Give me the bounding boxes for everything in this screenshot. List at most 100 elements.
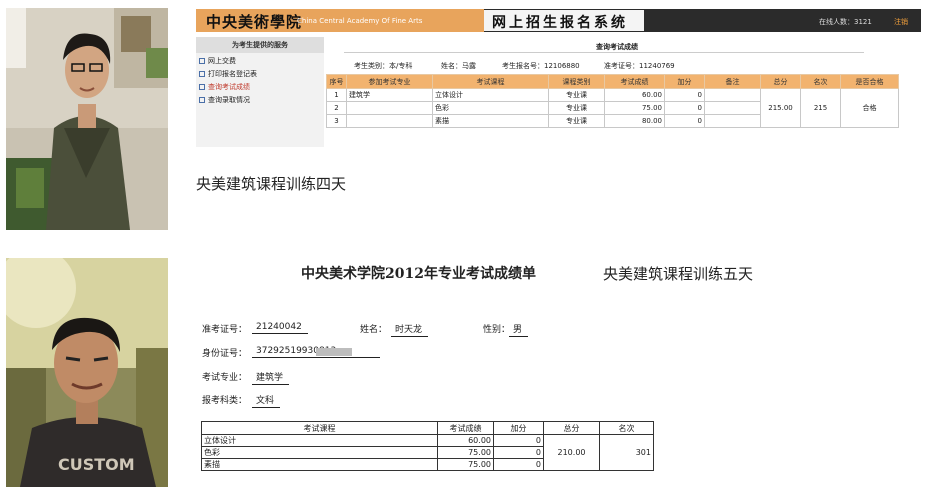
subject-category-label: 报考科类： xyxy=(202,396,248,406)
sidebar-item-label: 查询录取情况 xyxy=(208,96,250,104)
total-score: 210.00 xyxy=(543,434,600,471)
registration-number: 考生报名号：12106880 xyxy=(502,62,580,70)
student-photo-bottom: CUSTOM xyxy=(6,258,168,487)
exam-score: 80.00 xyxy=(604,114,665,128)
exam-course: 立体设计 xyxy=(432,88,549,102)
exam-major xyxy=(346,101,433,115)
exam-course: 立体设计 xyxy=(201,434,438,447)
column-header: 考试课程 xyxy=(432,74,549,89)
gender-label: 性别： xyxy=(483,325,511,335)
sidebar-item-pay-online[interactable]: 网上交费 xyxy=(199,56,236,66)
logout-link[interactable]: 注销 xyxy=(894,17,908,27)
query-title: 查询考试成绩 xyxy=(596,43,638,51)
service-sidebar: 为考生提供的服务 网上交费 打印报名登记表 查询考试成绩 查询录取情况 xyxy=(196,37,324,147)
score-table: 序号 参加考试专业 考试课程 课程类别 考试成绩 加分 备注 总分 名次 是否合… xyxy=(326,74,899,128)
bullet-icon xyxy=(199,58,205,64)
exam-score: 60.00 xyxy=(437,434,494,447)
academy-logo: 中央美術學院 China Central Academy Of Fine Art… xyxy=(196,9,484,32)
exam-major xyxy=(346,114,433,128)
rank: 301 xyxy=(599,434,654,471)
column-header: 加分 xyxy=(493,421,544,435)
column-header: 名次 xyxy=(800,74,841,89)
bonus-points: 0 xyxy=(664,114,705,128)
row-number: 1 xyxy=(326,88,347,102)
table-row: 1 建筑学 立体设计 专业课 60.00 0 215.00 215 合格 xyxy=(326,88,899,128)
bonus-points: 0 xyxy=(664,101,705,115)
candidate-category: 考生类别：本/专科 xyxy=(354,62,413,70)
id-number-label: 身份证号： xyxy=(202,349,248,359)
gender-value: 男 xyxy=(509,322,529,337)
exam-major-value: 建筑学 xyxy=(252,370,290,385)
bonus-points: 0 xyxy=(493,458,544,471)
system-title: 网上招生报名系统 xyxy=(492,15,628,31)
student-photo-top xyxy=(6,8,168,230)
rank: 215 xyxy=(800,88,841,128)
bonus-points: 0 xyxy=(493,446,544,459)
exam-score: 75.00 xyxy=(604,101,665,115)
column-header: 考试成绩 xyxy=(604,74,665,89)
redaction-mask xyxy=(316,348,352,356)
online-count: 在线人数：3121 xyxy=(819,18,872,26)
candidate-name: 姓名：马露 xyxy=(441,62,476,70)
column-header: 课程类别 xyxy=(548,74,605,89)
pass-status: 合格 xyxy=(840,88,899,128)
top-bar: 中央美術學院 China Central Academy Of Fine Art… xyxy=(196,9,921,32)
total-score: 215.00 xyxy=(760,88,801,128)
remark xyxy=(704,114,761,128)
name-value: 时天龙 xyxy=(391,322,429,337)
row-number: 3 xyxy=(326,114,347,128)
bonus-points: 0 xyxy=(493,434,544,447)
sidebar-item-label: 打印报名登记表 xyxy=(208,70,257,78)
row-number: 2 xyxy=(326,101,347,115)
exam-major: 建筑学 xyxy=(346,88,433,102)
column-header: 备注 xyxy=(704,74,761,89)
admission-number-value: 21240042 xyxy=(252,322,308,334)
exam-course: 色彩 xyxy=(432,101,549,115)
table-header-row: 考试课程 考试成绩 加分 总分 名次 xyxy=(201,421,654,435)
exam-score: 75.00 xyxy=(437,458,494,471)
bullet-icon xyxy=(199,71,205,77)
column-header: 总分 xyxy=(760,74,801,89)
system-title-box: 网上招生报名系统 xyxy=(484,10,644,31)
academy-logo-en: China Central Academy Of Fine Arts xyxy=(297,17,423,25)
admission-number-label: 准考证号： xyxy=(202,325,248,335)
admission-ticket-number: 准考证号：11240769 xyxy=(604,62,675,70)
sidebar-item-label: 查询考试成绩 xyxy=(208,83,250,91)
bullet-icon xyxy=(199,84,205,90)
sidebar-item-query-scores[interactable]: 查询考试成绩 xyxy=(199,82,250,92)
sidebar-header: 为考生提供的服务 xyxy=(196,37,324,53)
bullet-icon xyxy=(199,97,205,103)
column-header: 序号 xyxy=(326,74,347,89)
column-header: 参加考试专业 xyxy=(346,74,433,89)
course-type: 专业课 xyxy=(548,88,605,102)
course-type: 专业课 xyxy=(548,101,605,115)
exam-course: 色彩 xyxy=(201,446,438,459)
remark xyxy=(704,101,761,115)
exam-course: 素描 xyxy=(432,114,549,128)
column-header: 考试课程 xyxy=(201,421,438,435)
sidebar-item-query-admission[interactable]: 查询录取情况 xyxy=(199,95,250,105)
column-header: 总分 xyxy=(543,421,600,435)
remark xyxy=(704,88,761,102)
name-label: 姓名： xyxy=(360,325,388,335)
sidebar-item-label: 网上交费 xyxy=(208,57,236,65)
academy-logo-cn: 中央美術學院 xyxy=(206,13,303,31)
score-sheet-title: 中央美术学院2012年专业考试成绩单 xyxy=(301,266,536,282)
column-header: 是否合格 xyxy=(840,74,899,89)
bonus-points: 0 xyxy=(664,88,705,102)
score-sheet-table: 考试课程 考试成绩 加分 总分 名次 立体设计 60.00 0 210.00 3… xyxy=(201,421,654,471)
column-header: 考试成绩 xyxy=(437,421,494,435)
exam-major-label: 考试专业： xyxy=(202,373,248,383)
registration-system-screenshot: 中央美術學院 China Central Academy Of Fine Art… xyxy=(196,9,921,149)
title-divider xyxy=(344,52,864,53)
caption-five-days: 央美建筑课程训练五天 xyxy=(603,265,754,283)
table-header-row: 序号 参加考试专业 考试课程 课程类别 考试成绩 加分 备注 总分 名次 是否合… xyxy=(326,74,899,89)
exam-score: 75.00 xyxy=(437,446,494,459)
course-type: 专业课 xyxy=(548,114,605,128)
subject-category-value: 文科 xyxy=(252,393,281,408)
caption-four-days: 央美建筑课程训练四天 xyxy=(196,175,347,193)
svg-text:CUSTOM: CUSTOM xyxy=(58,455,135,474)
exam-course: 素描 xyxy=(201,458,438,471)
column-header: 加分 xyxy=(664,74,705,89)
sidebar-item-print-form[interactable]: 打印报名登记表 xyxy=(199,69,257,79)
